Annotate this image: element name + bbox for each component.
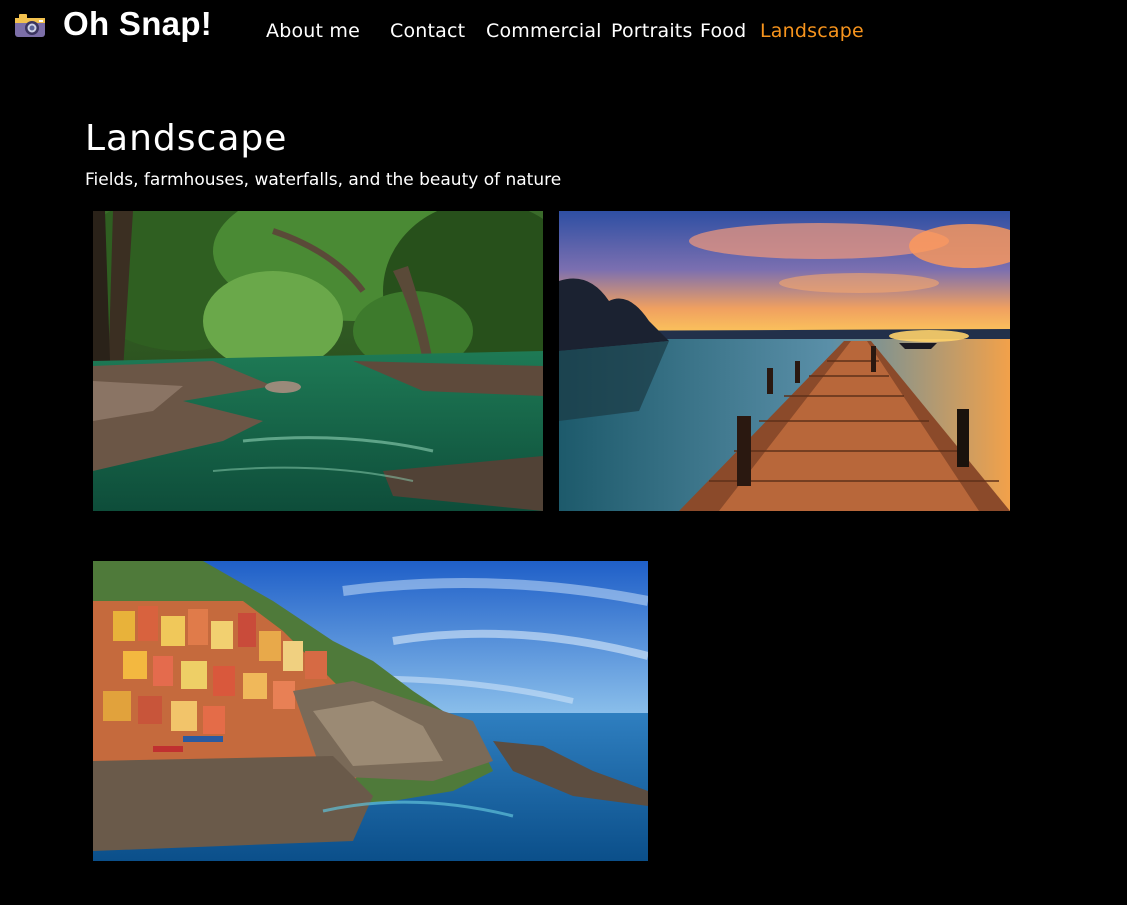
logo-link[interactable] <box>13 8 47 40</box>
site-header: Oh Snap! About me Contact Commercial Por… <box>0 0 1127 60</box>
nav-item-commercial[interactable]: Commercial <box>486 19 602 43</box>
nav-item-contact[interactable]: Contact <box>390 19 465 43</box>
nav-item-about-me[interactable]: About me <box>266 19 360 43</box>
nav-item-landscape[interactable]: Landscape <box>760 19 864 43</box>
camera-icon <box>15 14 45 37</box>
lake-pier-sunset-photo[interactable] <box>559 211 1010 511</box>
nav-item-food[interactable]: Food <box>700 19 746 43</box>
brand-title[interactable]: Oh Snap! <box>63 2 212 46</box>
page-title: Landscape <box>85 118 288 159</box>
page-subtitle: Fields, farmhouses, waterfalls, and the … <box>85 170 562 190</box>
coastal-village-photo[interactable] <box>93 561 648 861</box>
river-forest-photo[interactable] <box>93 211 543 511</box>
nav-item-portraits[interactable]: Portraits <box>611 19 693 43</box>
